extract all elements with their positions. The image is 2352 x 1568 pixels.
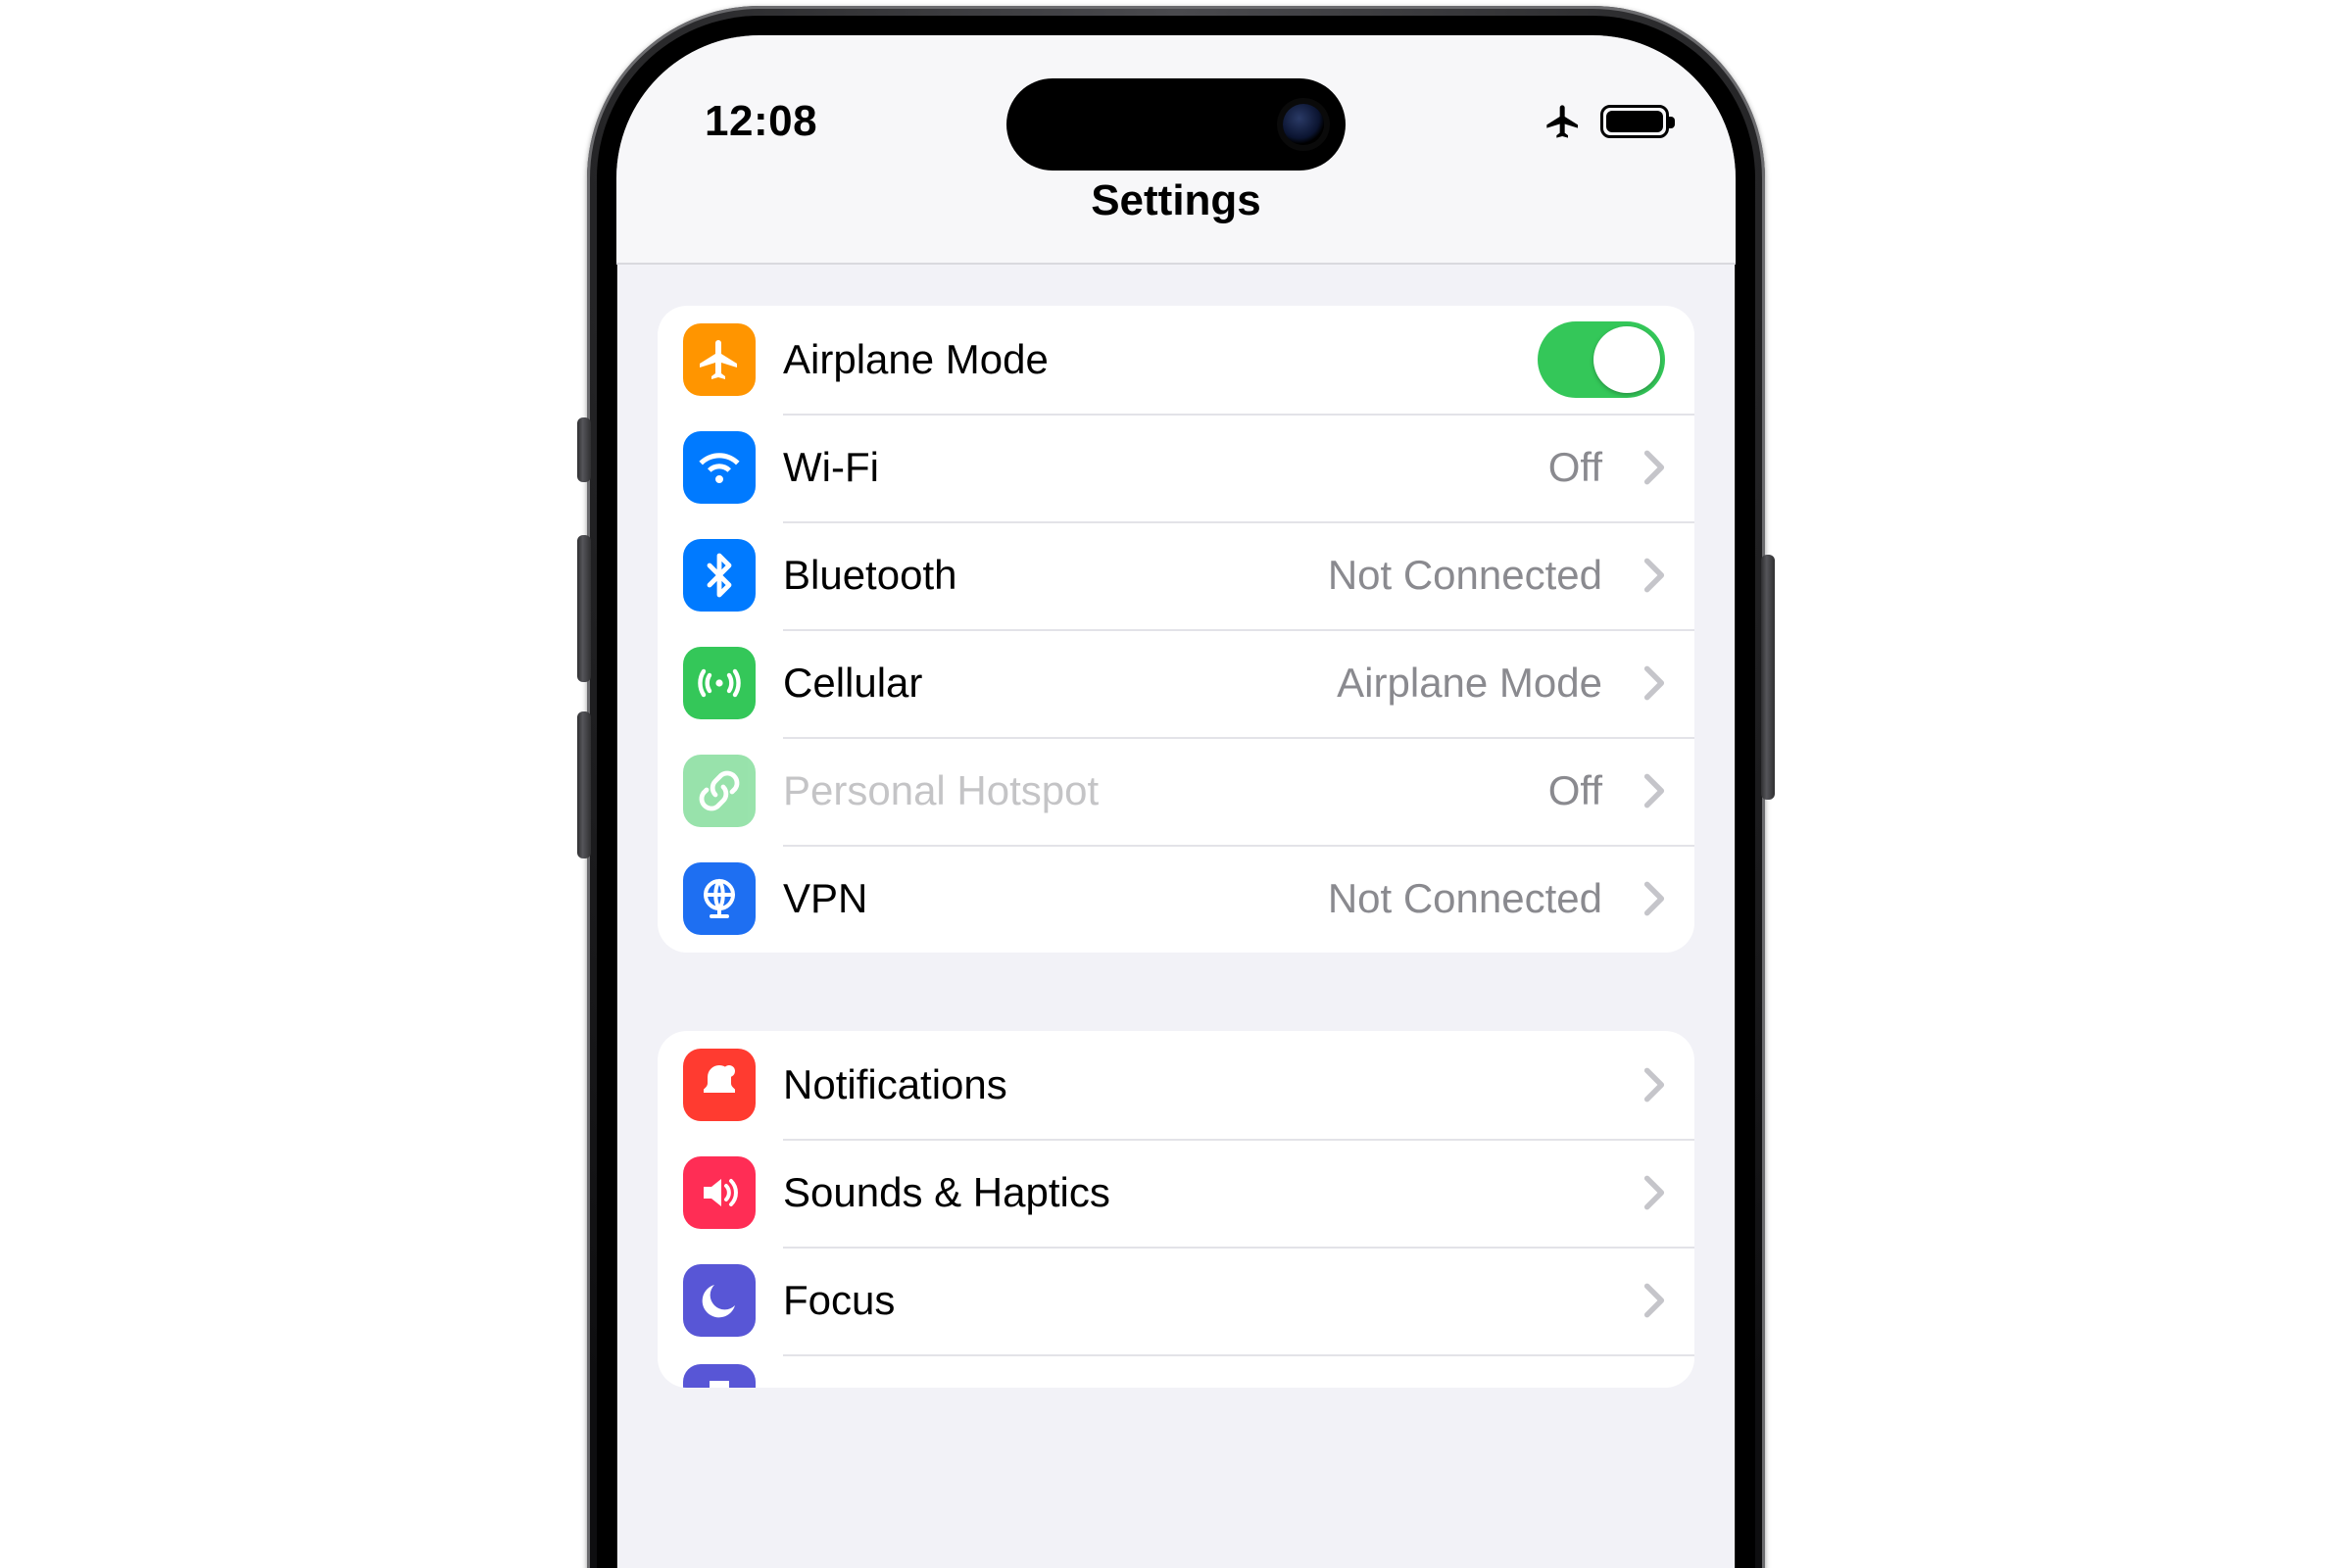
settings-group-connectivity: Airplane Mode Wi-Fi Off <box>658 306 1694 953</box>
row-label: Airplane Mode <box>783 336 1049 383</box>
row-label: Notifications <box>783 1061 1007 1108</box>
chevron-right-icon <box>1643 557 1665 594</box>
row-label: Bluetooth <box>783 552 956 599</box>
row-wifi[interactable]: Wi-Fi Off <box>658 414 1694 521</box>
row-label: Personal Hotspot <box>783 767 1099 814</box>
chevron-right-icon <box>1643 1282 1665 1319</box>
ringer-switch <box>577 417 591 482</box>
row-label: Cellular <box>783 660 922 707</box>
front-camera <box>1283 104 1324 145</box>
battery-icon <box>1600 105 1669 138</box>
row-detail: Airplane Mode <box>1337 660 1602 707</box>
airplane-icon <box>683 323 756 396</box>
row-bluetooth[interactable]: Bluetooth Not Connected <box>658 521 1694 629</box>
row-sounds-haptics[interactable]: Sounds & Haptics <box>658 1139 1694 1247</box>
row-detail: Not Connected <box>1328 552 1602 599</box>
page-title: Settings <box>616 176 1736 225</box>
chevron-right-icon <box>1643 449 1665 486</box>
phone-frame: 12:08 Settings <box>587 6 1765 1568</box>
link-icon <box>683 755 756 827</box>
row-detail: Off <box>1548 767 1602 814</box>
row-label: VPN <box>783 875 867 922</box>
settings-list[interactable]: Airplane Mode Wi-Fi Off <box>616 265 1736 1388</box>
settings-group-alerts: Notifications Sounds & Haptics <box>658 1031 1694 1388</box>
volume-down-button <box>577 711 591 858</box>
row-airplane-mode[interactable]: Airplane Mode <box>658 306 1694 414</box>
bell-icon <box>683 1049 756 1121</box>
row-label: Sounds & Haptics <box>783 1169 1110 1216</box>
chevron-right-icon <box>1643 1066 1665 1103</box>
row-screen-time-peek[interactable] <box>658 1354 1694 1388</box>
chevron-right-icon <box>1643 1174 1665 1211</box>
dynamic-island <box>1006 78 1346 171</box>
volume-up-button <box>577 535 591 682</box>
row-detail: Off <box>1548 444 1602 491</box>
bluetooth-icon <box>683 539 756 612</box>
chevron-right-icon <box>1643 664 1665 702</box>
airplane-mode-status-icon <box>1544 102 1583 141</box>
power-button <box>1761 555 1775 800</box>
row-label: Wi-Fi <box>783 444 879 491</box>
moon-icon <box>683 1264 756 1337</box>
status-time: 12:08 <box>705 97 817 146</box>
row-notifications[interactable]: Notifications <box>658 1031 1694 1139</box>
screen: 12:08 Settings <box>616 35 1736 1568</box>
cellular-icon <box>683 647 756 719</box>
speaker-icon <box>683 1156 756 1229</box>
wifi-icon <box>683 431 756 504</box>
row-personal-hotspot[interactable]: Personal Hotspot Off <box>658 737 1694 845</box>
chevron-right-icon <box>1643 880 1665 917</box>
nav-bar: Settings <box>616 172 1736 265</box>
row-vpn[interactable]: VPN Not Connected <box>658 845 1694 953</box>
row-focus[interactable]: Focus <box>658 1247 1694 1354</box>
chevron-right-icon <box>1643 772 1665 809</box>
airplane-mode-switch[interactable] <box>1538 321 1665 398</box>
globe-icon <box>683 862 756 935</box>
row-label: Focus <box>783 1277 895 1324</box>
row-cellular[interactable]: Cellular Airplane Mode <box>658 629 1694 737</box>
row-detail: Not Connected <box>1328 875 1602 922</box>
hourglass-icon <box>683 1364 756 1388</box>
